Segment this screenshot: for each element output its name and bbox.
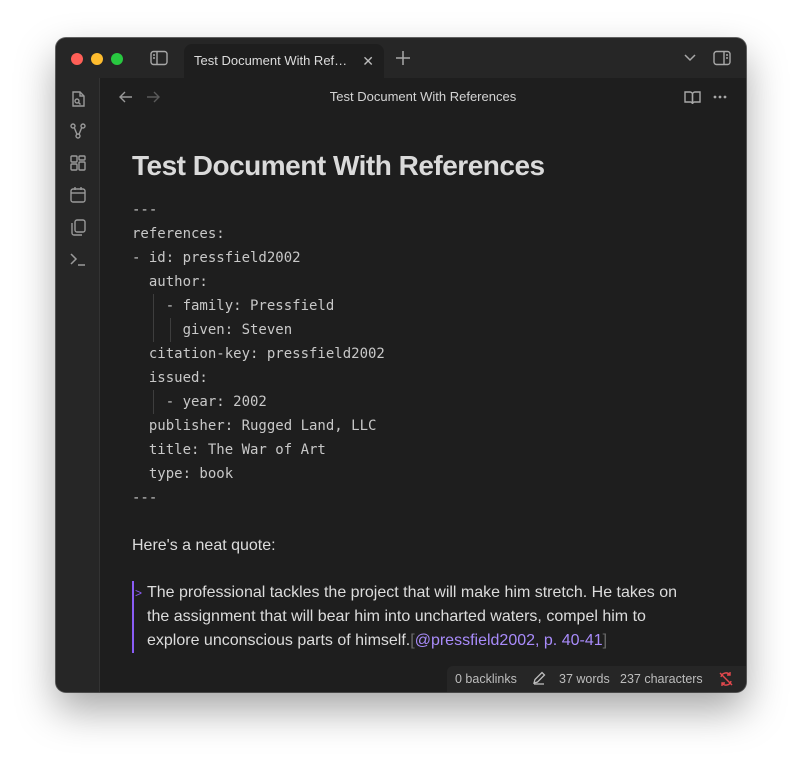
frontmatter-line: ---: [132, 198, 732, 222]
sidebar-toggle-icon[interactable]: [149, 49, 169, 67]
citation-close-bracket: ]: [602, 632, 608, 649]
left-ribbon: [56, 78, 100, 692]
right-sidebar-toggle-icon[interactable]: [712, 49, 732, 67]
blockquote-marker-icon: >: [135, 586, 143, 600]
maximize-window-button[interactable]: [111, 53, 123, 65]
blockquote: > The professional tackles the project t…: [132, 581, 732, 653]
frontmatter-text: title: The War of Art: [148, 442, 326, 458]
title-bar: Test Document With References ✕: [56, 38, 746, 78]
backlinks-count[interactable]: 0 backlinks: [455, 672, 517, 686]
frontmatter-line: citation-key: pressfield2002: [132, 342, 732, 366]
intro-paragraph: Here's a neat quote:: [132, 537, 276, 554]
frontmatter-line: type: book: [132, 462, 732, 486]
citation-link[interactable]: @pressfield2002, p. 40-41: [415, 632, 603, 649]
indent-guide: [152, 390, 154, 414]
app-window: Test Document With References ✕: [56, 38, 746, 692]
frontmatter-text: type: book: [148, 466, 234, 482]
quote-line: The professional tackles the project tha…: [147, 584, 678, 601]
frontmatter-text: ---: [132, 202, 158, 218]
frontmatter-text: publisher: Rugged Land, LLC: [148, 418, 377, 434]
frontmatter-line: author:: [132, 270, 732, 294]
graph-view-icon[interactable]: [69, 122, 87, 140]
frontmatter-line: references:: [132, 222, 732, 246]
frontmatter-block[interactable]: --- references: - id: pressfield2002 author…: [132, 198, 732, 510]
open-quick-switcher-icon[interactable]: [69, 90, 87, 108]
tab-title: Test Document With References: [194, 53, 352, 68]
editor-content[interactable]: Test Document With References --- referen…: [132, 138, 732, 653]
frontmatter-line: ---: [132, 486, 732, 510]
edit-mode-pencil-icon[interactable]: [532, 671, 546, 688]
frontmatter-line: issued:: [132, 366, 732, 390]
view-header-title[interactable]: Test Document With References: [100, 89, 746, 104]
document-title: Test Document With References: [132, 150, 545, 181]
minimize-window-button[interactable]: [91, 53, 103, 65]
tab-list-chevron-down-icon[interactable]: [682, 50, 698, 66]
status-bar: 0 backlinks 37 words 237 characters: [447, 666, 746, 692]
word-count: 37 words: [559, 672, 610, 686]
frontmatter-text: issued:: [148, 370, 208, 386]
indent-guide: [152, 294, 154, 318]
character-count: 237 characters: [620, 672, 703, 686]
tab-document[interactable]: Test Document With References ✕: [184, 44, 384, 78]
frontmatter-line: given: Steven: [132, 318, 732, 342]
frontmatter-line: - id: pressfield2002: [132, 246, 732, 270]
close-tab-icon[interactable]: ✕: [362, 53, 374, 70]
frontmatter-text: references:: [132, 226, 225, 242]
canvas-icon[interactable]: [69, 154, 87, 172]
templates-copy-icon[interactable]: [69, 218, 87, 236]
indent-guide: [169, 318, 171, 342]
daily-note-calendar-icon[interactable]: [69, 186, 87, 204]
frontmatter-text: author:: [148, 274, 208, 290]
frontmatter-text: citation-key: pressfield2002: [148, 346, 385, 362]
sync-error-icon[interactable]: [718, 671, 734, 690]
frontmatter-line: title: The War of Art: [132, 438, 732, 462]
indent-guide: [152, 318, 154, 342]
frontmatter-text: ---: [132, 490, 158, 506]
frontmatter-line: - year: 2002: [132, 390, 732, 414]
reading-view-book-icon[interactable]: [683, 88, 701, 106]
frontmatter-text: - family: Pressfield: [165, 298, 335, 314]
view-header: Test Document With References: [100, 78, 746, 116]
more-options-icon[interactable]: [711, 88, 729, 106]
close-window-button[interactable]: [71, 53, 83, 65]
new-tab-icon[interactable]: [394, 49, 412, 67]
frontmatter-text: - id: pressfield2002: [132, 250, 301, 266]
quote-line: the assignment that will bear him into u…: [147, 608, 646, 625]
frontmatter-line: publisher: Rugged Land, LLC: [132, 414, 732, 438]
frontmatter-text: given: Steven: [182, 322, 293, 338]
command-palette-terminal-icon[interactable]: [69, 250, 87, 268]
quote-line: explore unconscious parts of himself.: [147, 632, 411, 649]
frontmatter-line: - family: Pressfield: [132, 294, 732, 318]
